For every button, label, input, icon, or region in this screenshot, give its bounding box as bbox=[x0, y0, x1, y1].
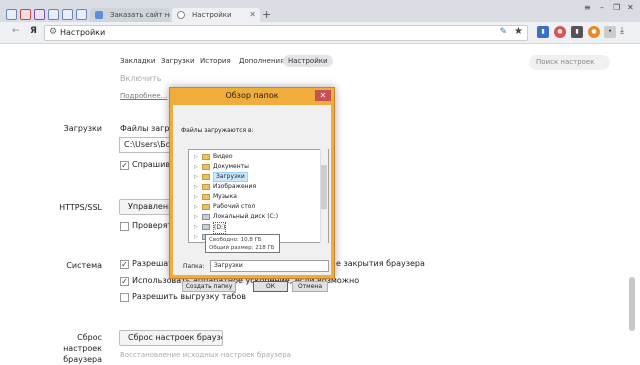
expand-arrow-icon[interactable]: ▷ bbox=[194, 232, 198, 242]
tab-settings[interactable]: Настройки ✕ bbox=[172, 8, 260, 22]
allow-background-label-tail: е закрытия браузера bbox=[336, 259, 425, 268]
gear-icon bbox=[177, 11, 185, 19]
nav-settings[interactable]: Настройки bbox=[283, 55, 333, 67]
reset-label: Сброс настроек браузера bbox=[63, 333, 102, 364]
expand-arrow-icon[interactable]: ▷ bbox=[194, 182, 198, 192]
pinned-tab[interactable] bbox=[76, 9, 87, 20]
browse-folder-dialog: Обзор папок ✕ Файлы загружаются в: ▷ Вид… bbox=[169, 87, 335, 292]
tooltip-free-space: Свободно: 10,8 ГБ bbox=[209, 237, 262, 243]
drive-icon bbox=[202, 214, 210, 220]
close-window-button[interactable]: ✕ bbox=[627, 3, 634, 12]
folder-name-input[interactable]: Загрузки bbox=[210, 260, 329, 272]
tab-label: Настройки bbox=[192, 11, 232, 19]
expand-arrow-icon[interactable]: ▷ bbox=[194, 202, 198, 212]
bookmark-star-icon[interactable]: ★ bbox=[514, 26, 523, 37]
expand-arrow-icon[interactable]: ▷ bbox=[194, 172, 198, 182]
address-bar[interactable]: ⚙ Настройки ✎ ★ bbox=[44, 25, 528, 41]
extension-icon[interactable]: • bbox=[604, 26, 616, 38]
dialog-title: Обзор папок bbox=[225, 91, 279, 100]
pinned-tab[interactable] bbox=[34, 9, 45, 20]
pen-icon[interactable]: ✎ bbox=[499, 27, 507, 37]
nav-history[interactable]: История bbox=[200, 57, 231, 65]
cancel-button[interactable]: Отмена bbox=[292, 281, 328, 292]
address-text: Настройки bbox=[60, 28, 106, 37]
extension-icon[interactable]: ▮ bbox=[571, 26, 583, 38]
folder-icon bbox=[202, 164, 210, 170]
tree-item-label: Документы bbox=[213, 163, 249, 170]
back-arrow-icon[interactable]: ← bbox=[12, 26, 20, 36]
system-label: Система bbox=[66, 261, 102, 270]
nav-extensions[interactable]: Дополнения bbox=[239, 57, 284, 65]
expand-arrow-icon[interactable]: ▷ bbox=[194, 152, 198, 162]
drive-icon bbox=[202, 224, 210, 230]
ask-checkbox[interactable]: ✓ bbox=[120, 161, 129, 170]
tree-item-label: Изображения bbox=[213, 183, 257, 190]
tree-item-label: Музыка bbox=[213, 193, 237, 200]
dialog-body: Файлы загружаются в: ▷ Видео ▷ Документы… bbox=[173, 105, 331, 292]
downloads-label: Загрузки bbox=[63, 124, 102, 133]
reset-description: Восстановление исходных настроек браузер… bbox=[120, 351, 291, 359]
minimize-button[interactable]: – bbox=[600, 3, 604, 12]
dialog-caption: Файлы загружаются в: bbox=[181, 127, 254, 134]
drive-tooltip: Свободно: 10,8 ГБ Общий размер: 218 ГБ bbox=[205, 234, 280, 253]
tree-item-label: (D:) bbox=[213, 222, 227, 234]
adblock-icon[interactable]: ● bbox=[554, 26, 566, 38]
https-label: HTTPS/SSL bbox=[59, 203, 102, 212]
ok-button[interactable]: ОК bbox=[253, 281, 288, 292]
settings-search-input[interactable]: Поиск настроек bbox=[529, 55, 610, 70]
restore-button[interactable]: ❐ bbox=[613, 3, 620, 12]
folder-icon bbox=[202, 154, 210, 160]
tab-unload-checkbox[interactable] bbox=[120, 293, 129, 302]
close-tab-icon[interactable]: ✕ bbox=[249, 8, 256, 22]
dialog-close-button[interactable]: ✕ bbox=[315, 90, 331, 101]
expand-arrow-icon[interactable]: ▷ bbox=[194, 162, 198, 172]
folder-icon bbox=[202, 194, 210, 200]
expand-arrow-icon[interactable]: ▷ bbox=[194, 192, 198, 202]
tab-strip: Заказать сайт недорого Настройки ✕ + ≡ –… bbox=[0, 0, 640, 22]
hardware-acceleration-checkbox[interactable]: ✓ bbox=[120, 277, 129, 286]
pinned-tab[interactable] bbox=[20, 9, 31, 20]
more-link[interactable]: Подробнее... bbox=[120, 92, 167, 100]
page-scrollbar-thumb[interactable] bbox=[629, 277, 635, 331]
tab-label: Заказать сайт недорого bbox=[110, 11, 170, 19]
download-icon[interactable]: ⤓ bbox=[620, 26, 624, 36]
tree-item-label: Видео bbox=[213, 153, 233, 160]
create-folder-button[interactable]: Создать папку bbox=[182, 281, 236, 292]
partial-setting-text: Включить bbox=[120, 74, 162, 83]
yandex-logo-icon[interactable]: Я bbox=[30, 26, 37, 36]
tab-unload-label: Разрешить выгрузку табов bbox=[132, 292, 246, 301]
tab-order-site[interactable]: Заказать сайт недорого bbox=[90, 8, 170, 22]
extension-icon[interactable]: ▮ bbox=[537, 26, 549, 38]
folder-icon bbox=[202, 204, 210, 210]
menu-icon[interactable]: ≡ bbox=[584, 3, 591, 12]
nav-downloads[interactable]: Загрузки bbox=[161, 57, 195, 65]
site-favicon-icon bbox=[95, 11, 103, 19]
allow-background-checkbox[interactable]: ✓ bbox=[120, 260, 129, 269]
folder-label: Папка: bbox=[183, 263, 205, 270]
reset-browser-button[interactable]: Сброс настроек браузера bbox=[119, 330, 223, 346]
nav-bookmarks[interactable]: Закладки bbox=[120, 57, 155, 65]
folder-icon bbox=[202, 184, 210, 190]
tooltip-total-size: Общий размер: 218 ГБ bbox=[209, 245, 275, 251]
downloads-path-field[interactable]: C:\Users\Бос bbox=[119, 137, 171, 153]
tree-item-label: Локальный диск (C:) bbox=[213, 213, 279, 220]
tree-scrollbar-thumb[interactable] bbox=[321, 165, 327, 209]
extension-icon[interactable]: ● bbox=[588, 26, 600, 38]
pinned-tab[interactable] bbox=[6, 9, 17, 20]
expand-arrow-icon[interactable]: ▷ bbox=[194, 222, 198, 232]
tree-item-label: Рабочий стол bbox=[213, 203, 256, 210]
tree-item-label: Загрузки bbox=[213, 172, 248, 182]
folder-icon bbox=[202, 174, 210, 180]
folder-tree[interactable]: ▷ Видео ▷ Документы ▷ Загрузки ▷ Изображ… bbox=[188, 149, 329, 243]
pinned-tab[interactable] bbox=[48, 9, 59, 20]
manage-certificates-button[interactable]: Управление bbox=[119, 199, 171, 215]
pinned-tab[interactable] bbox=[62, 9, 73, 20]
gear-icon: ⚙ bbox=[49, 27, 58, 37]
expand-arrow-icon[interactable]: ▷ bbox=[194, 212, 198, 222]
new-tab-button[interactable]: + bbox=[262, 9, 271, 20]
check-revocation-checkbox[interactable] bbox=[120, 222, 129, 231]
